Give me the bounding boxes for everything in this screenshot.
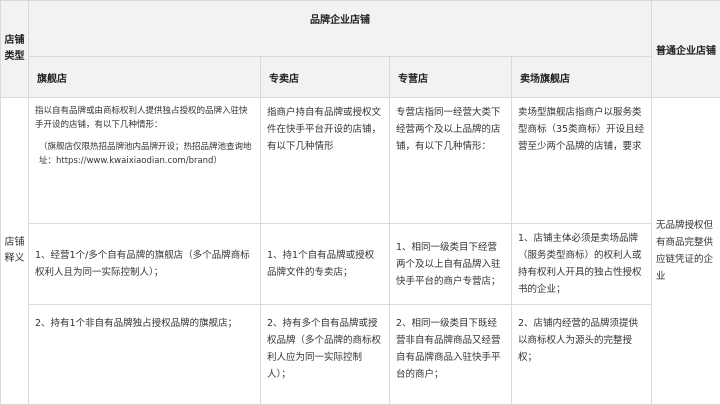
header-mall-flagship: 卖场旗舰店 <box>512 57 652 98</box>
header-flagship: 旗舰店 <box>29 57 261 98</box>
brand-stores-title: 品牌企业店铺 <box>310 15 370 26</box>
definition-label-line1: 店铺 <box>1 235 28 251</box>
header-specialty: 专营店 <box>390 57 512 98</box>
flagship-case-1: 1、经营1个/多个自有品牌的旗舰店（多个品牌商标权利人且为同一实际控制人）； <box>29 224 261 305</box>
mall-flagship-case-1: 1、店铺主体必须是卖场品牌（服务类型商标）的权利人或持有权利人开具的独占性授权书… <box>512 224 652 305</box>
flagship-definition: 指以自有品牌或由商标权利人提供独占授权的品牌入驻快手开设的店铺，有以下几种情形：… <box>29 98 261 224</box>
specialty-case-1: 1、相同一级类目下经营两个及以上自有品牌入驻快手平台的商户专营店； <box>390 224 512 305</box>
ordinary-store-description: 无品牌授权但有商品完整供应链凭证的企业 <box>652 98 720 405</box>
header-ordinary-store: 普通企业店铺 <box>652 1 720 98</box>
exclusive-definition: 指商户持自有品牌或授权文件在快手平台开设的店铺，有以下几种情形 <box>261 98 390 224</box>
store-type-table: 店铺 类型 品牌企业店铺 普通企业店铺 旗舰店 专卖店 专营店 卖场旗舰店 店铺… <box>0 0 720 405</box>
exclusive-case-2: 2、持有多个自有品牌或授权品牌（多个品牌的商标权利人应为同一实际控制人）； <box>261 305 390 405</box>
header-store-type: 店铺 类型 <box>1 1 29 98</box>
definition-label-line2: 释义 <box>1 251 28 267</box>
specialty-case-2: 2、相同一级类目下既经营非自有品牌商品又经营自有品牌商品入驻快手平台的商户； <box>390 305 512 405</box>
header-brand-stores: 品牌企业店铺 <box>29 1 652 57</box>
mall-flagship-case-2: 2、店铺内经营的品牌须提供以商标权人为源头的完整授权； <box>512 305 652 405</box>
flagship-case-2: 2、持有1个非自有品牌独占授权品牌的旗舰店； <box>29 305 261 405</box>
flagship-note: （旗舰店仅限热招品牌池内品牌开设；热招品牌池查询地址：https://www.k… <box>35 140 254 168</box>
header-exclusive: 专卖店 <box>261 57 390 98</box>
store-type-label-line2: 类型 <box>1 49 28 65</box>
exclusive-case-1: 1、持1个自有品牌或授权品牌文件的专卖店； <box>261 224 390 305</box>
store-type-label-line1: 店铺 <box>1 33 28 49</box>
row-label-definition: 店铺 释义 <box>1 98 29 405</box>
ordinary-store-title: 普通企业店铺 <box>656 46 716 57</box>
mall-flagship-definition: 卖场型旗舰店指商户以服务类型商标（35类商标）开设且经营至少两个品牌的店铺，要求 <box>512 98 652 224</box>
specialty-definition: 专营店指同一经营大类下经营两个及以上品牌的店铺，有以下几种情形： <box>390 98 512 224</box>
